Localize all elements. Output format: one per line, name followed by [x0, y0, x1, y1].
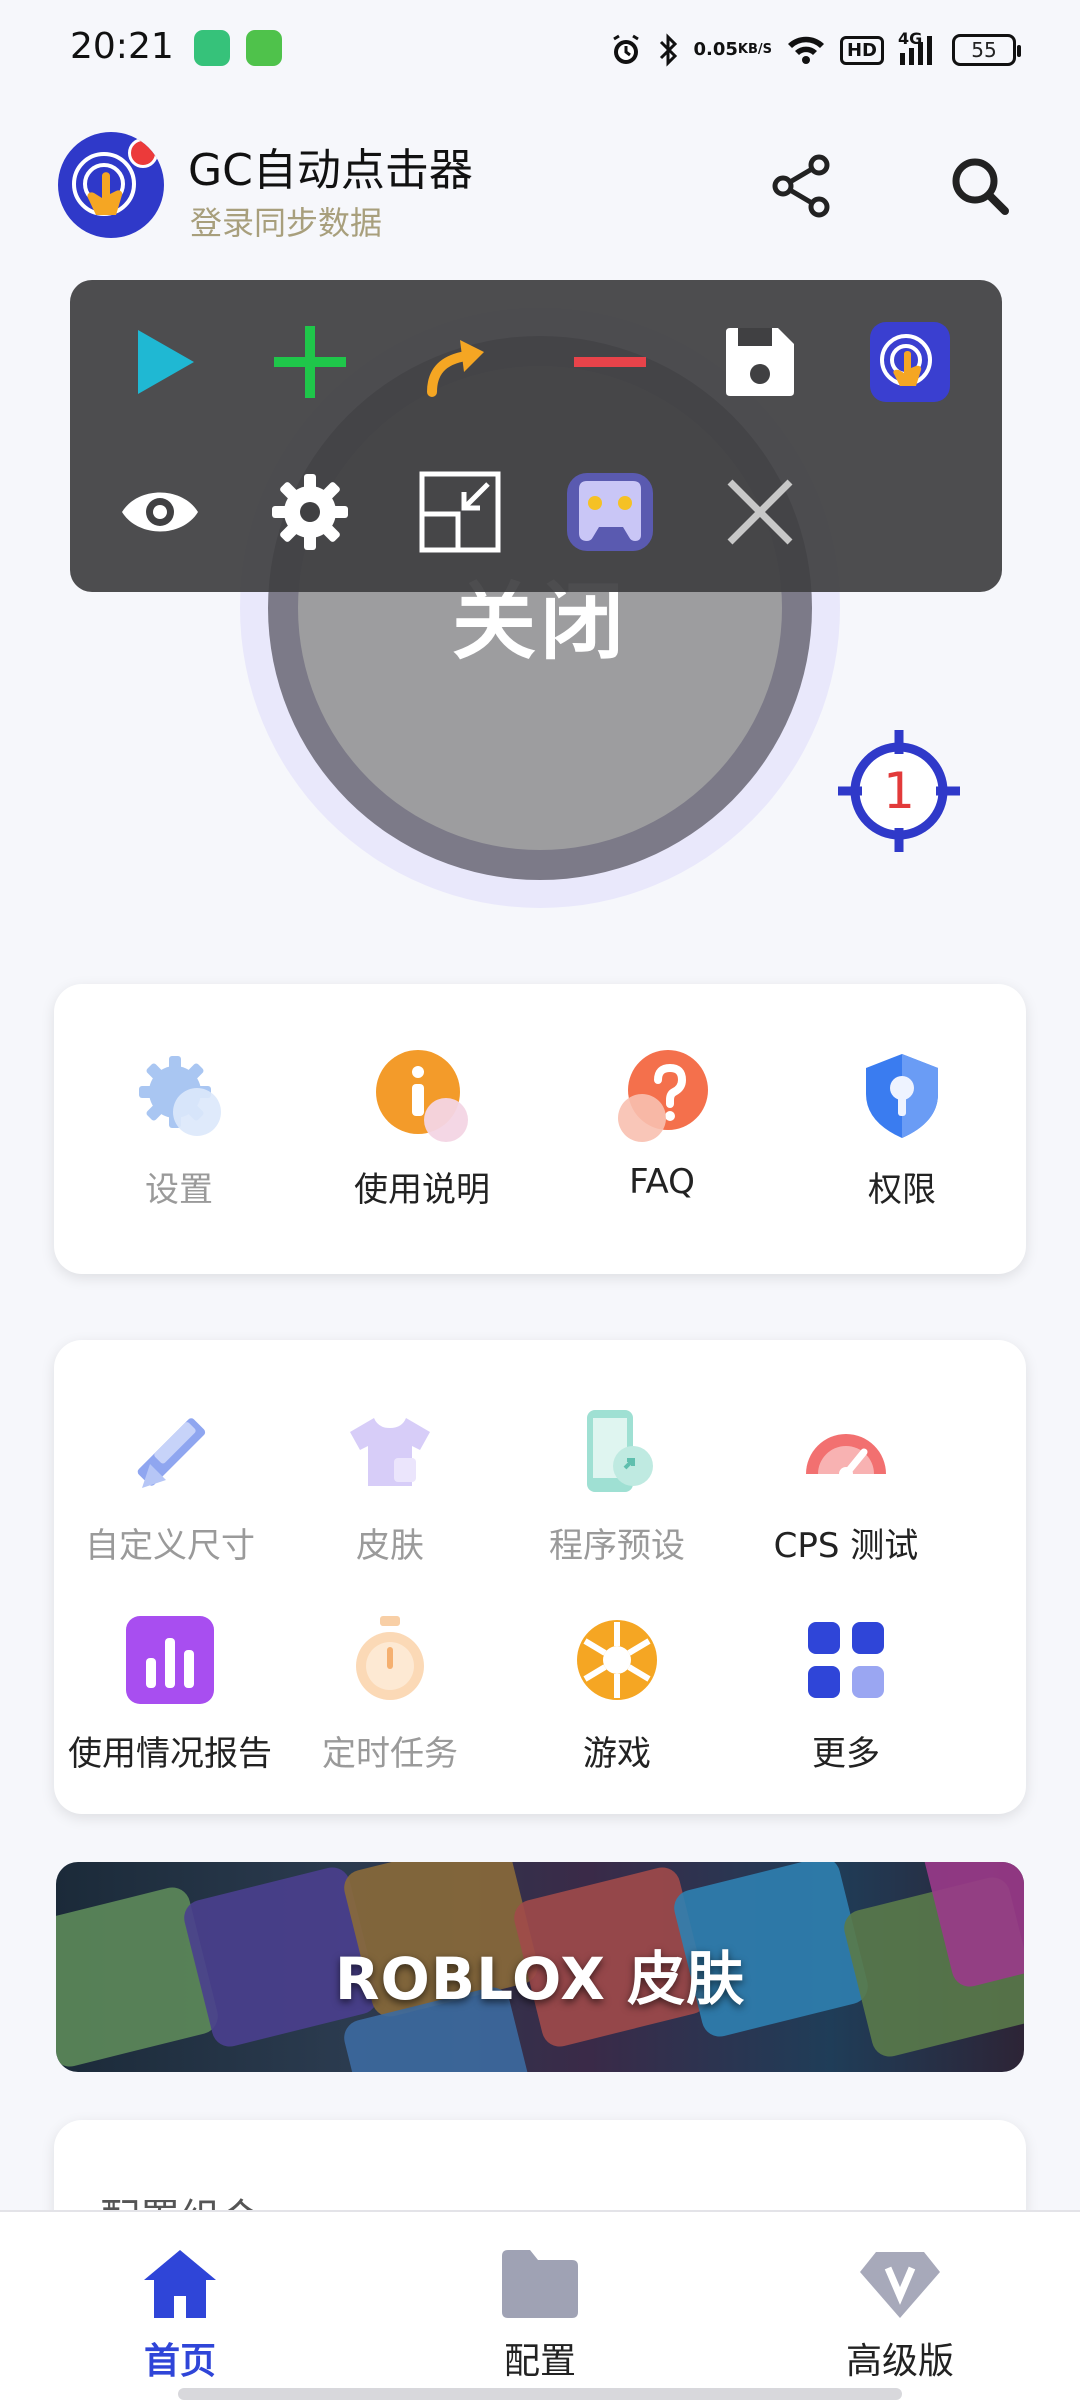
search-button[interactable] [940, 146, 1020, 226]
grid-icon [798, 1612, 894, 1708]
faq-label: FAQ [629, 1162, 695, 1202]
alarm-icon [609, 33, 643, 67]
games-tile[interactable]: 游戏 [527, 1612, 707, 1775]
tshirt-icon [342, 1404, 438, 1500]
remove-target-button[interactable] [560, 312, 660, 412]
settings-label: 设置 [145, 1170, 213, 1210]
play-button[interactable] [112, 312, 212, 412]
click-target-point[interactable]: 1 [836, 728, 962, 854]
skins-tile[interactable]: 皮肤 [300, 1404, 480, 1567]
app-title: GC自动点击器 [188, 145, 473, 196]
search-icon [952, 158, 1009, 215]
cps-test-label: CPS 测试 [773, 1526, 919, 1566]
skins-label: 皮肤 [356, 1526, 424, 1566]
page: 20:21 0.05 KB/S HD 4G 55 GC自动点击器 登录同步数据 … [0, 0, 1080, 2400]
instructions-label: 使用说明 [354, 1170, 490, 1210]
instructions-tile[interactable]: 使用说明 [342, 1048, 502, 1211]
hd-badge: HD [839, 35, 884, 65]
ruler-pencil-icon [122, 1404, 218, 1500]
plus-icon [274, 326, 346, 398]
roblox-skins-banner[interactable]: ROBLOX 皮肤 [56, 1862, 1024, 2072]
tools-card: 自定义尺寸 皮肤 程序预设 CPS 测试 使用情况报告 定时任务 游戏 更多 [54, 1340, 1026, 1814]
question-icon [614, 1048, 710, 1144]
notification-app-icon [194, 30, 230, 66]
speedometer-icon [798, 1404, 894, 1500]
add-target-button[interactable] [260, 312, 360, 412]
minus-icon [574, 357, 646, 367]
app-logo[interactable] [58, 132, 164, 238]
phone-link-icon [569, 1404, 665, 1500]
aperture-icon [569, 1612, 665, 1708]
faq-tile[interactable]: FAQ [592, 1048, 732, 1202]
play-icon [138, 330, 194, 394]
notification-dot [128, 138, 158, 168]
gamepad-icon [567, 473, 653, 551]
folder-icon [502, 2250, 578, 2318]
banner-title: ROBLOX 皮肤 [334, 1945, 746, 2013]
target-number: 1 [883, 762, 915, 820]
battery-indicator: 55 [952, 34, 1021, 66]
login-sync-link[interactable]: 登录同步数据 [190, 198, 382, 244]
clicker-app-icon [870, 322, 950, 402]
swipe-arrow-icon [427, 340, 484, 397]
usage-report-tile[interactable]: 使用情况报告 [68, 1612, 272, 1775]
bluetooth-icon [657, 33, 679, 67]
nav-config-label: 配置 [503, 2341, 576, 2382]
custom-size-label: 自定义尺寸 [85, 1526, 255, 1566]
usage-report-label: 使用情况报告 [68, 1734, 272, 1774]
eye-icon [122, 492, 198, 532]
game-mode-button[interactable] [560, 462, 660, 562]
nav-premium-label: 高级版 [845, 2341, 954, 2382]
app-home-button[interactable] [860, 312, 960, 412]
message-app-icon [246, 30, 282, 66]
scheduled-tasks-label: 定时任务 [322, 1734, 458, 1774]
nav-config[interactable]: 配置 [440, 2246, 640, 2384]
app-presets-label: 程序预设 [549, 1526, 685, 1566]
minimize-icon [419, 471, 501, 553]
bottom-navigation: 首页 配置 高级版 [0, 2210, 1080, 2400]
home-icon [144, 2250, 216, 2318]
status-time: 20:21 [70, 26, 174, 67]
status-bar: 20:21 0.05 KB/S HD 4G 55 [0, 0, 1080, 100]
close-panel-button[interactable] [710, 462, 810, 562]
share-icon [772, 154, 830, 218]
more-label: 更多 [812, 1734, 880, 1774]
diamond-v-icon [860, 2252, 940, 2318]
games-label: 游戏 [583, 1734, 651, 1774]
permissions-tile[interactable]: 权限 [832, 1048, 972, 1211]
quick-actions-card: 设置 使用说明 FAQ 权限 [54, 984, 1026, 1274]
stopwatch-icon [342, 1612, 438, 1708]
more-tile[interactable]: 更多 [756, 1612, 936, 1775]
nav-home-label: 首页 [143, 2341, 216, 2382]
app-presets-tile[interactable]: 程序预设 [527, 1404, 707, 1567]
gear-icon [272, 474, 348, 550]
add-swipe-button[interactable] [410, 312, 510, 412]
home-indicator[interactable] [178, 2388, 902, 2400]
scheduled-tasks-tile[interactable]: 定时任务 [300, 1612, 480, 1775]
share-button[interactable] [762, 146, 842, 226]
nav-premium[interactable]: 高级版 [800, 2246, 1000, 2384]
info-icon [374, 1048, 470, 1144]
nav-home[interactable]: 首页 [80, 2246, 280, 2384]
floating-control-panel [70, 280, 1002, 592]
custom-size-tile[interactable]: 自定义尺寸 [80, 1404, 260, 1567]
minimize-button[interactable] [410, 462, 510, 562]
settings-button[interactable] [260, 462, 360, 562]
save-button[interactable] [710, 312, 810, 412]
cps-test-tile[interactable]: CPS 测试 [756, 1404, 936, 1567]
settings-tile[interactable]: 设置 [109, 1048, 249, 1211]
network-speed: 0.05 KB/S [693, 41, 772, 59]
gear-icon [131, 1048, 227, 1144]
signal-icon: 4G [898, 29, 938, 67]
visibility-button[interactable] [110, 462, 210, 562]
save-icon [726, 328, 794, 396]
shield-key-icon [854, 1048, 950, 1144]
close-icon [727, 479, 793, 545]
permissions-label: 权限 [868, 1170, 936, 1210]
network-speed-unit: KB/S [737, 42, 772, 57]
status-icons: 0.05 KB/S HD 4G 55 [609, 28, 1021, 72]
wifi-icon [786, 34, 826, 66]
network-speed-value: 0.05 [693, 39, 738, 60]
bar-chart-icon [122, 1612, 218, 1708]
